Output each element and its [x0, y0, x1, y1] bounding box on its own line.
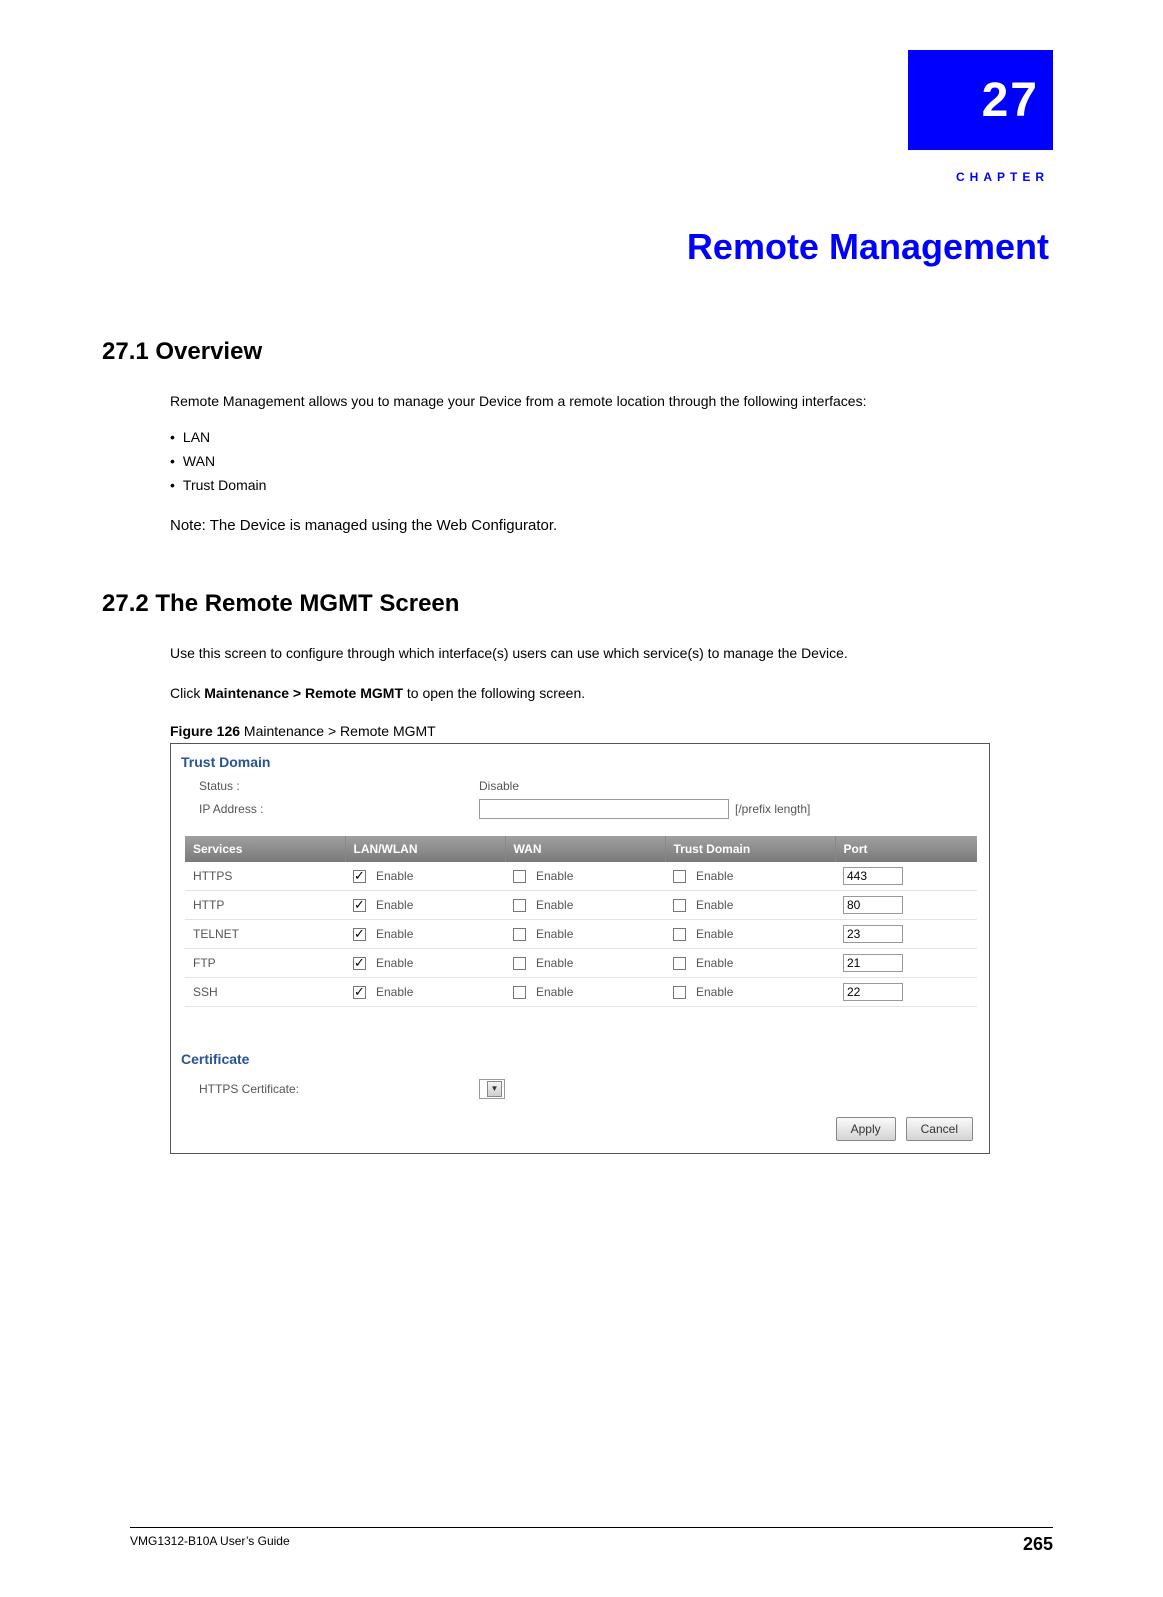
ftp-port-input[interactable]: [843, 954, 903, 972]
chapter-prefix: CHAPTER: [130, 170, 1049, 184]
enable-label: Enable: [376, 869, 413, 883]
th-trust-domain: Trust Domain: [665, 836, 835, 862]
click-path: Click Maintenance > Remote MGMT to open …: [170, 685, 1053, 701]
telnet-wan-checkbox[interactable]: [513, 928, 526, 941]
telnet-trust-domain-checkbox[interactable]: [673, 928, 686, 941]
section-27-1-note: Note: The Device is managed using the We…: [170, 517, 1053, 534]
ip-prefix-length-hint: [/prefix length]: [735, 802, 810, 816]
chapter-number-badge: 27: [908, 50, 1053, 150]
ssh-wan-checkbox[interactable]: [513, 986, 526, 999]
ftp-wan-checkbox[interactable]: [513, 957, 526, 970]
interface-bullet-list: LAN WAN Trust Domain: [170, 429, 1053, 493]
th-services: Services: [185, 836, 345, 862]
service-name: SSH: [185, 977, 345, 1006]
certificate-heading: Certificate: [171, 1041, 989, 1073]
footer-guide-name: VMG1312-B10A User’s Guide: [130, 1534, 290, 1555]
figure-label: Figure 126: [170, 723, 240, 739]
service-name: TELNET: [185, 919, 345, 948]
ssh-port-input[interactable]: [843, 983, 903, 1001]
chevron-down-icon: ▼: [487, 1081, 502, 1097]
status-label: Status :: [199, 779, 479, 793]
enable-label: Enable: [536, 956, 573, 970]
ip-address-input[interactable]: [479, 799, 729, 819]
enable-label: Enable: [536, 985, 573, 999]
ssh-trust-domain-checkbox[interactable]: [673, 986, 686, 999]
enable-label: Enable: [536, 898, 573, 912]
ssh-lan-checkbox[interactable]: [353, 986, 366, 999]
https-certificate-row: HTTPS Certificate: ▼: [171, 1073, 989, 1117]
table-row: FTP Enable Enable Enable: [185, 948, 977, 977]
th-port: Port: [835, 836, 977, 862]
http-port-input[interactable]: [843, 896, 903, 914]
click-bold-path: Maintenance > Remote MGMT: [204, 685, 403, 701]
click-prefix: Click: [170, 685, 204, 701]
http-trust-domain-checkbox[interactable]: [673, 899, 686, 912]
table-row: TELNET Enable Enable Enable: [185, 919, 977, 948]
cancel-button[interactable]: Cancel: [906, 1117, 973, 1141]
enable-label: Enable: [536, 927, 573, 941]
ip-address-row: IP Address : [/prefix length]: [171, 796, 989, 822]
enable-label: Enable: [376, 985, 413, 999]
service-name: HTTPS: [185, 862, 345, 891]
https-certificate-label: HTTPS Certificate:: [199, 1082, 479, 1096]
remote-mgmt-screenshot: Trust Domain Status : Disable IP Address…: [170, 743, 990, 1154]
https-certificate-select[interactable]: ▼: [479, 1079, 505, 1099]
footer-page-number: 265: [1023, 1534, 1053, 1555]
https-trust-domain-checkbox[interactable]: [673, 870, 686, 883]
table-header-row: Services LAN/WLAN WAN Trust Domain Port: [185, 836, 977, 862]
enable-label: Enable: [376, 898, 413, 912]
ftp-trust-domain-checkbox[interactable]: [673, 957, 686, 970]
ip-address-label: IP Address :: [199, 802, 479, 816]
section-27-2-heading: 27.2 The Remote MGMT Screen: [102, 590, 1053, 618]
table-row: SSH Enable Enable Enable: [185, 977, 977, 1006]
status-value: Disable: [479, 779, 519, 793]
enable-label: Enable: [696, 869, 733, 883]
apply-button[interactable]: Apply: [836, 1117, 896, 1141]
https-lan-checkbox[interactable]: [353, 870, 366, 883]
enable-label: Enable: [696, 927, 733, 941]
enable-label: Enable: [696, 898, 733, 912]
figure-caption: Figure 126 Maintenance > Remote MGMT: [170, 723, 1053, 739]
services-table: Services LAN/WLAN WAN Trust Domain Port …: [185, 836, 977, 1007]
https-wan-checkbox[interactable]: [513, 870, 526, 883]
telnet-lan-checkbox[interactable]: [353, 928, 366, 941]
th-wan: WAN: [505, 836, 665, 862]
page-footer: VMG1312-B10A User’s Guide 265: [130, 1527, 1053, 1555]
button-row: Apply Cancel: [171, 1117, 989, 1153]
enable-label: Enable: [536, 869, 573, 883]
bullet-wan: WAN: [170, 453, 1053, 469]
service-name: FTP: [185, 948, 345, 977]
enable-label: Enable: [696, 956, 733, 970]
bullet-trust-domain: Trust Domain: [170, 477, 1053, 493]
http-lan-checkbox[interactable]: [353, 899, 366, 912]
table-row: HTTP Enable Enable Enable: [185, 890, 977, 919]
section-27-2-intro: Use this screen to configure through whi…: [170, 644, 1053, 663]
ftp-lan-checkbox[interactable]: [353, 957, 366, 970]
trust-domain-heading: Trust Domain: [171, 744, 989, 776]
http-wan-checkbox[interactable]: [513, 899, 526, 912]
service-name: HTTP: [185, 890, 345, 919]
https-port-input[interactable]: [843, 867, 903, 885]
figure-caption-text: Maintenance > Remote MGMT: [240, 723, 436, 739]
section-27-1-intro: Remote Management allows you to manage y…: [170, 392, 1053, 411]
telnet-port-input[interactable]: [843, 925, 903, 943]
enable-label: Enable: [696, 985, 733, 999]
th-lan-wlan: LAN/WLAN: [345, 836, 505, 862]
section-27-1-heading: 27.1 Overview: [102, 338, 1053, 366]
enable-label: Enable: [376, 956, 413, 970]
table-row: HTTPS Enable Enable Enable: [185, 862, 977, 891]
click-suffix: to open the following screen.: [403, 685, 585, 701]
enable-label: Enable: [376, 927, 413, 941]
bullet-lan: LAN: [170, 429, 1053, 445]
chapter-title: Remote Management: [130, 226, 1049, 268]
status-row: Status : Disable: [171, 776, 989, 796]
